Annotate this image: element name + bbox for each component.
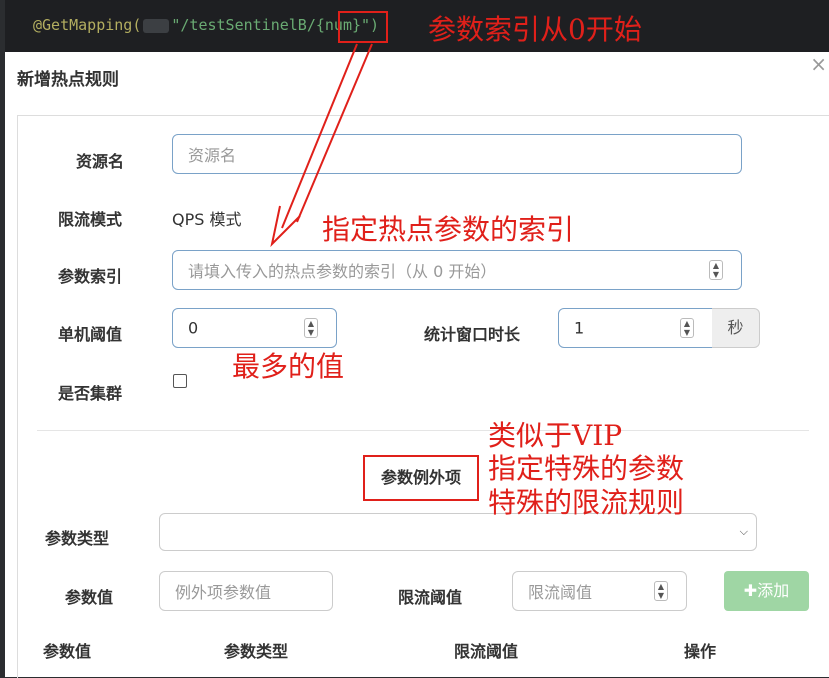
- annotation-index-start: 参数索引从0开始: [428, 13, 642, 46]
- annotation-arrow: [270, 43, 373, 248]
- annotation-special-rule: 特殊的限流规则: [488, 486, 685, 519]
- annotation-max-value: 最多的值: [232, 350, 345, 383]
- annotation-hot-index: 指定热点参数的索引: [322, 213, 575, 246]
